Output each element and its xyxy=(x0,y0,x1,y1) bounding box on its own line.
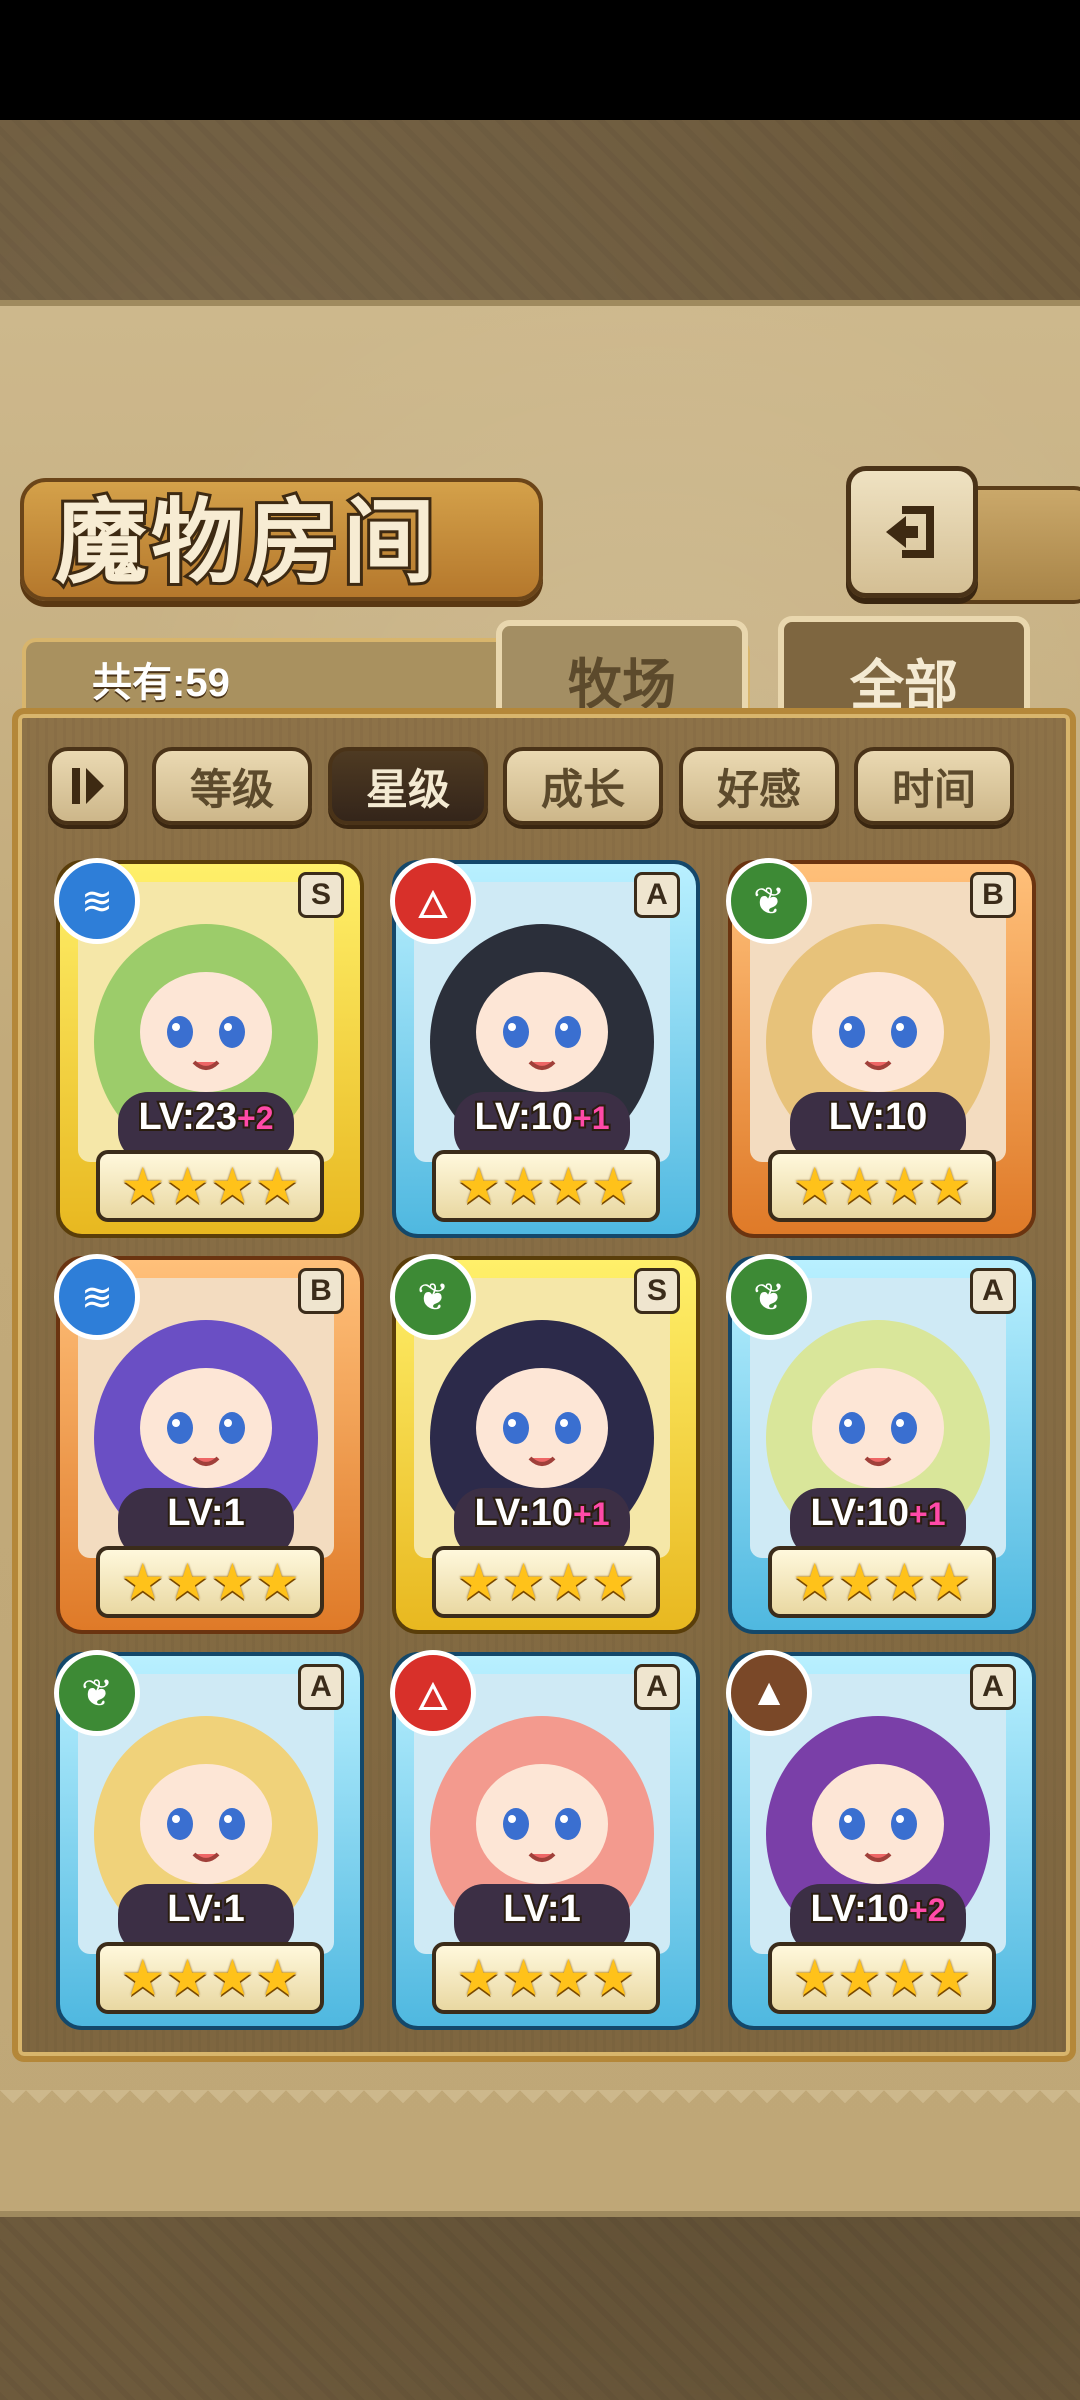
level-bonus: +1 xyxy=(571,1494,612,1534)
star-rating: ★★★★ xyxy=(432,1942,660,2014)
back-button[interactable] xyxy=(846,466,978,598)
monster-card[interactable]: B ≋ LV:1 ★★★★ xyxy=(54,1254,364,1634)
monster-card[interactable]: A ❦ LV:1 ★★★★ xyxy=(54,1650,364,2030)
monster-card[interactable]: A 🜂 LV:10+1 ★★★★ xyxy=(390,858,700,1238)
status-bar xyxy=(0,0,1080,120)
level-text: LV:10 xyxy=(827,1094,930,1140)
level-text: LV:10 xyxy=(472,1094,575,1140)
fire-element-icon: 🜂 xyxy=(390,1650,476,1736)
sort-order-toggle-button[interactable] xyxy=(48,747,128,825)
return-arrow-icon xyxy=(886,506,934,558)
level-bonus: +1 xyxy=(571,1098,612,1138)
monster-card[interactable]: A ▲ LV:10+2 ★★★★ xyxy=(726,1650,1036,2030)
star-rating: ★★★★ xyxy=(96,1546,324,1618)
level-label: LV:10+1 xyxy=(728,1490,1028,1536)
level-label: LV:10 xyxy=(728,1094,1028,1140)
monster-count: 共有:59 xyxy=(92,661,230,705)
monster-card[interactable]: S ❦ LV:10+1 ★★★★ xyxy=(390,1254,700,1634)
monster-card[interactable]: A ❦ LV:10+1 ★★★★ xyxy=(726,1254,1036,1634)
fire-element-icon: 🜂 xyxy=(390,858,476,944)
sort-growth-button[interactable]: 成长 xyxy=(503,747,663,825)
monster-card[interactable]: S ≋ LV:23+2 ★★★★ xyxy=(54,858,364,1238)
level-text: LV:1 xyxy=(165,1886,246,1932)
sort-time-button[interactable]: 时间 xyxy=(854,747,1014,825)
sort-star-button[interactable]: 星级 xyxy=(328,747,488,825)
star-rating: ★★★★ xyxy=(768,1546,996,1618)
sort-order-icon xyxy=(72,768,104,804)
level-bonus: +2 xyxy=(235,1098,276,1138)
leaf-element-icon: ❦ xyxy=(390,1254,476,1340)
level-text: LV:1 xyxy=(501,1886,582,1932)
water-element-icon: ≋ xyxy=(54,1254,140,1340)
level-label: LV:10+1 xyxy=(392,1094,692,1140)
rank-badge: B xyxy=(970,872,1016,918)
rank-badge: A xyxy=(970,1268,1016,1314)
water-element-icon: ≋ xyxy=(54,858,140,944)
star-rating: ★★★★ xyxy=(768,1150,996,1222)
leaf-element-icon: ❦ xyxy=(726,1254,812,1340)
sort-level-button[interactable]: 等级 xyxy=(152,747,312,825)
rank-badge: S xyxy=(634,1268,680,1314)
rank-badge: A xyxy=(634,1664,680,1710)
monster-card[interactable]: A 🜂 LV:1 ★★★★ xyxy=(390,1650,700,2030)
star-rating: ★★★★ xyxy=(432,1150,660,1222)
panel-zigzag-border xyxy=(0,2090,1080,2116)
level-label: LV:10+2 xyxy=(728,1886,1028,1932)
level-text: LV:10 xyxy=(472,1490,575,1536)
leaf-element-icon: ❦ xyxy=(54,1650,140,1736)
rank-badge: B xyxy=(298,1268,344,1314)
star-rating: ★★★★ xyxy=(432,1546,660,1618)
rank-badge: A xyxy=(634,872,680,918)
level-text: LV:23 xyxy=(136,1094,239,1140)
rank-badge: A xyxy=(298,1664,344,1710)
star-rating: ★★★★ xyxy=(96,1150,324,1222)
level-label: LV:10+1 xyxy=(392,1490,692,1536)
page-title: 魔物房间 xyxy=(52,486,440,599)
level-text: LV:10 xyxy=(808,1886,911,1932)
leaf-element-icon: ❦ xyxy=(726,858,812,944)
level-label: LV:1 xyxy=(56,1490,356,1536)
level-label: LV:1 xyxy=(56,1886,356,1932)
sort-affection-button[interactable]: 好感 xyxy=(679,747,839,825)
rank-badge: A xyxy=(970,1664,1016,1710)
level-bonus: +1 xyxy=(907,1494,948,1534)
rank-badge: S xyxy=(298,872,344,918)
level-label: LV:1 xyxy=(392,1886,692,1932)
star-rating: ★★★★ xyxy=(96,1942,324,2014)
level-text: LV:10 xyxy=(808,1490,911,1536)
level-text: LV:1 xyxy=(165,1490,246,1536)
star-rating: ★★★★ xyxy=(768,1942,996,2014)
level-label: LV:23+2 xyxy=(56,1094,356,1140)
level-bonus: +2 xyxy=(907,1890,948,1930)
earth-element-icon: ▲ xyxy=(726,1650,812,1736)
monster-card[interactable]: B ❦ LV:10 ★★★★ xyxy=(726,858,1036,1238)
